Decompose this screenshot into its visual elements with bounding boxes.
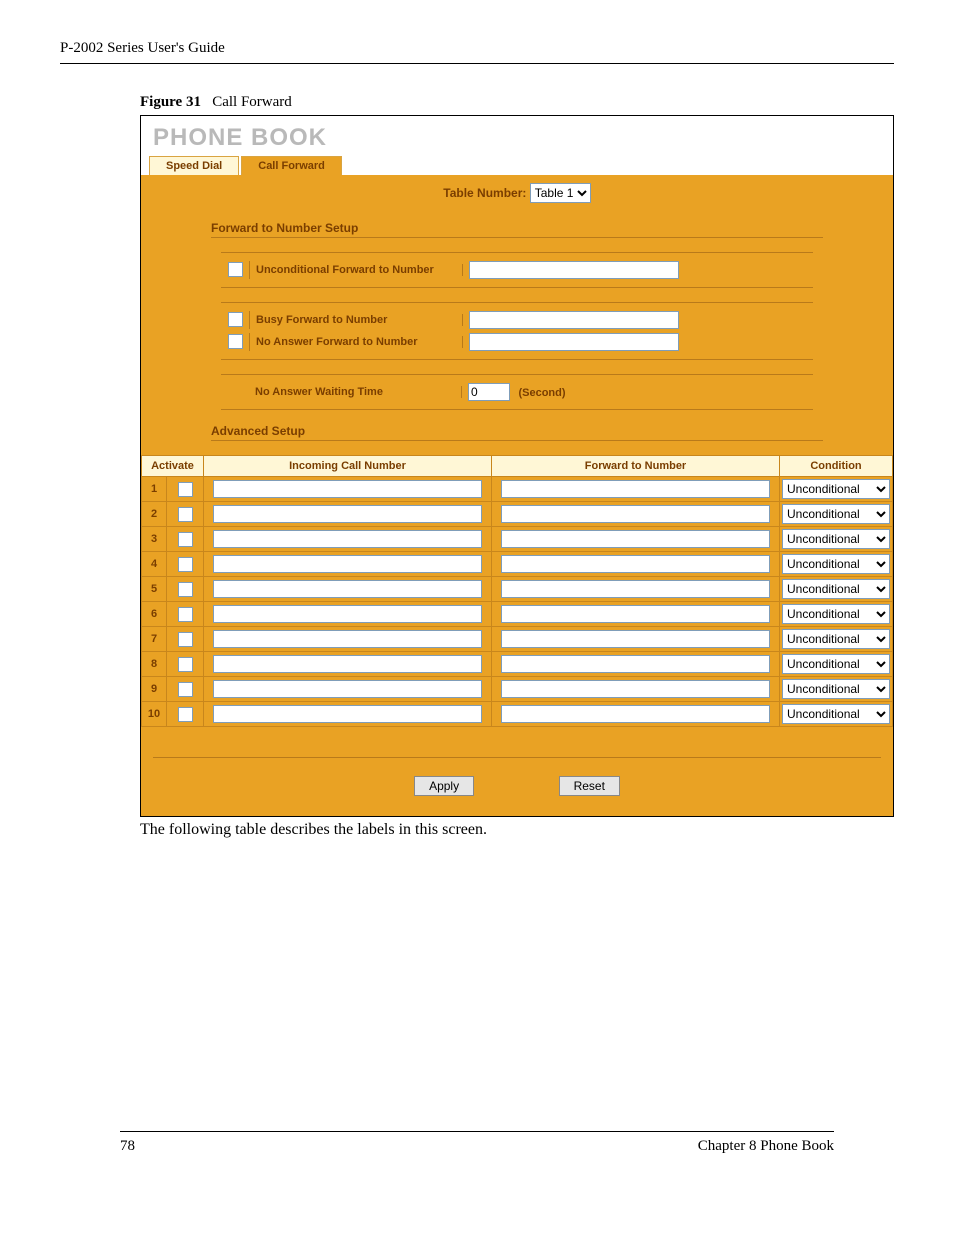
row-forward-input[interactable] <box>501 630 770 648</box>
row-number: 1 <box>142 477 167 502</box>
row-activate-checkbox[interactable] <box>178 557 193 572</box>
advanced-grid: Activate Incoming Call Number Forward to… <box>141 455 893 727</box>
row-forward-input[interactable] <box>501 705 770 723</box>
row-forward-input[interactable] <box>501 680 770 698</box>
row-condition-select[interactable]: Unconditional <box>782 604 890 624</box>
figure-label: Figure 31 <box>140 94 201 110</box>
row-number: 4 <box>142 552 167 577</box>
col-forward: Forward to Number <box>492 456 780 477</box>
row-number: 9 <box>142 677 167 702</box>
row-activate-checkbox[interactable] <box>178 582 193 597</box>
row-forward-input[interactable] <box>501 605 770 623</box>
reset-button[interactable]: Reset <box>559 776 620 796</box>
post-figure-text: The following table describes the labels… <box>140 821 894 839</box>
row-activate-checkbox[interactable] <box>178 532 193 547</box>
row-activate-checkbox[interactable] <box>178 657 193 672</box>
row-incoming-input[interactable] <box>213 505 482 523</box>
checkbox-noanswer[interactable] <box>228 334 243 349</box>
row-forward-input[interactable] <box>501 505 770 523</box>
forward-block-3: No Answer Waiting Time (Second) <box>221 374 813 410</box>
col-incoming: Incoming Call Number <box>204 456 492 477</box>
row-condition-select[interactable]: Unconditional <box>782 479 890 499</box>
figure-title: Call Forward <box>212 94 292 110</box>
row-forward-input[interactable] <box>501 555 770 573</box>
label-unconditional: Unconditional Forward to Number <box>250 264 463 276</box>
row-activate-checkbox[interactable] <box>178 707 193 722</box>
row-incoming-input[interactable] <box>213 480 482 498</box>
table-number-label: Table Number: <box>443 186 526 200</box>
row-activate-checkbox[interactable] <box>178 607 193 622</box>
row-incoming-input[interactable] <box>213 655 482 673</box>
table-number-select[interactable]: Table 1 <box>530 183 591 203</box>
row-activate-checkbox[interactable] <box>178 682 193 697</box>
page-number: 78 <box>120 1138 135 1155</box>
row-incoming-input[interactable] <box>213 605 482 623</box>
row-condition-select[interactable]: Unconditional <box>782 629 890 649</box>
row-incoming-input[interactable] <box>213 555 482 573</box>
label-wait-unit: (Second) <box>518 387 565 399</box>
label-noanswer: No Answer Forward to Number <box>250 336 463 348</box>
button-row: Apply Reset <box>153 757 881 796</box>
row-forward-input[interactable] <box>501 655 770 673</box>
figure-caption: Figure 31 Call Forward <box>140 94 894 111</box>
col-condition: Condition <box>780 456 893 477</box>
input-noanswer-number[interactable] <box>469 333 679 351</box>
phone-book-panel: PHONE BOOK Speed Dial Call Forward Table… <box>140 115 894 817</box>
row-number: 6 <box>142 602 167 627</box>
input-busy-number[interactable] <box>469 311 679 329</box>
col-activate: Activate <box>142 456 204 477</box>
row-condition-select[interactable]: Unconditional <box>782 579 890 599</box>
table-number-row: Table Number: Table 1 <box>141 183 893 203</box>
checkbox-busy[interactable] <box>228 312 243 327</box>
checkbox-unconditional[interactable] <box>228 262 243 277</box>
row-condition-select[interactable]: Unconditional <box>782 529 890 549</box>
input-wait-time[interactable] <box>468 383 510 401</box>
row-incoming-input[interactable] <box>213 630 482 648</box>
tab-call-forward[interactable]: Call Forward <box>241 156 342 175</box>
row-incoming-input[interactable] <box>213 530 482 548</box>
tab-bar: Speed Dial Call Forward <box>141 156 893 175</box>
row-forward-input[interactable] <box>501 480 770 498</box>
row-forward-input[interactable] <box>501 580 770 598</box>
row-condition-select[interactable]: Unconditional <box>782 654 890 674</box>
section-forward-setup: Forward to Number Setup <box>211 221 823 238</box>
row-number: 2 <box>142 502 167 527</box>
forward-block-1: Unconditional Forward to Number <box>221 252 813 288</box>
row-condition-select[interactable]: Unconditional <box>782 554 890 574</box>
row-number: 3 <box>142 527 167 552</box>
chapter-label: Chapter 8 Phone Book <box>698 1138 834 1155</box>
row-activate-checkbox[interactable] <box>178 632 193 647</box>
row-activate-checkbox[interactable] <box>178 482 193 497</box>
doc-header: P-2002 Series User's Guide <box>60 40 894 64</box>
panel-title: PHONE BOOK <box>141 116 893 156</box>
input-unconditional-number[interactable] <box>469 261 679 279</box>
row-condition-select[interactable]: Unconditional <box>782 704 890 724</box>
doc-footer: 78 Chapter 8 Phone Book <box>120 1131 834 1155</box>
label-wait-time: No Answer Waiting Time <box>249 386 462 398</box>
row-number: 5 <box>142 577 167 602</box>
row-number: 7 <box>142 627 167 652</box>
row-condition-select[interactable]: Unconditional <box>782 679 890 699</box>
row-incoming-input[interactable] <box>213 580 482 598</box>
panel-body: Table Number: Table 1 Forward to Number … <box>141 175 893 816</box>
row-condition-select[interactable]: Unconditional <box>782 504 890 524</box>
row-activate-checkbox[interactable] <box>178 507 193 522</box>
tab-speed-dial[interactable]: Speed Dial <box>149 156 239 175</box>
row-number: 8 <box>142 652 167 677</box>
apply-button[interactable]: Apply <box>414 776 474 796</box>
label-busy: Busy Forward to Number <box>250 314 463 326</box>
row-forward-input[interactable] <box>501 530 770 548</box>
row-incoming-input[interactable] <box>213 705 482 723</box>
row-number: 10 <box>142 702 167 727</box>
row-incoming-input[interactable] <box>213 680 482 698</box>
forward-block-2: Busy Forward to Number No Answer Forward… <box>221 302 813 360</box>
section-advanced-setup: Advanced Setup <box>211 424 823 441</box>
